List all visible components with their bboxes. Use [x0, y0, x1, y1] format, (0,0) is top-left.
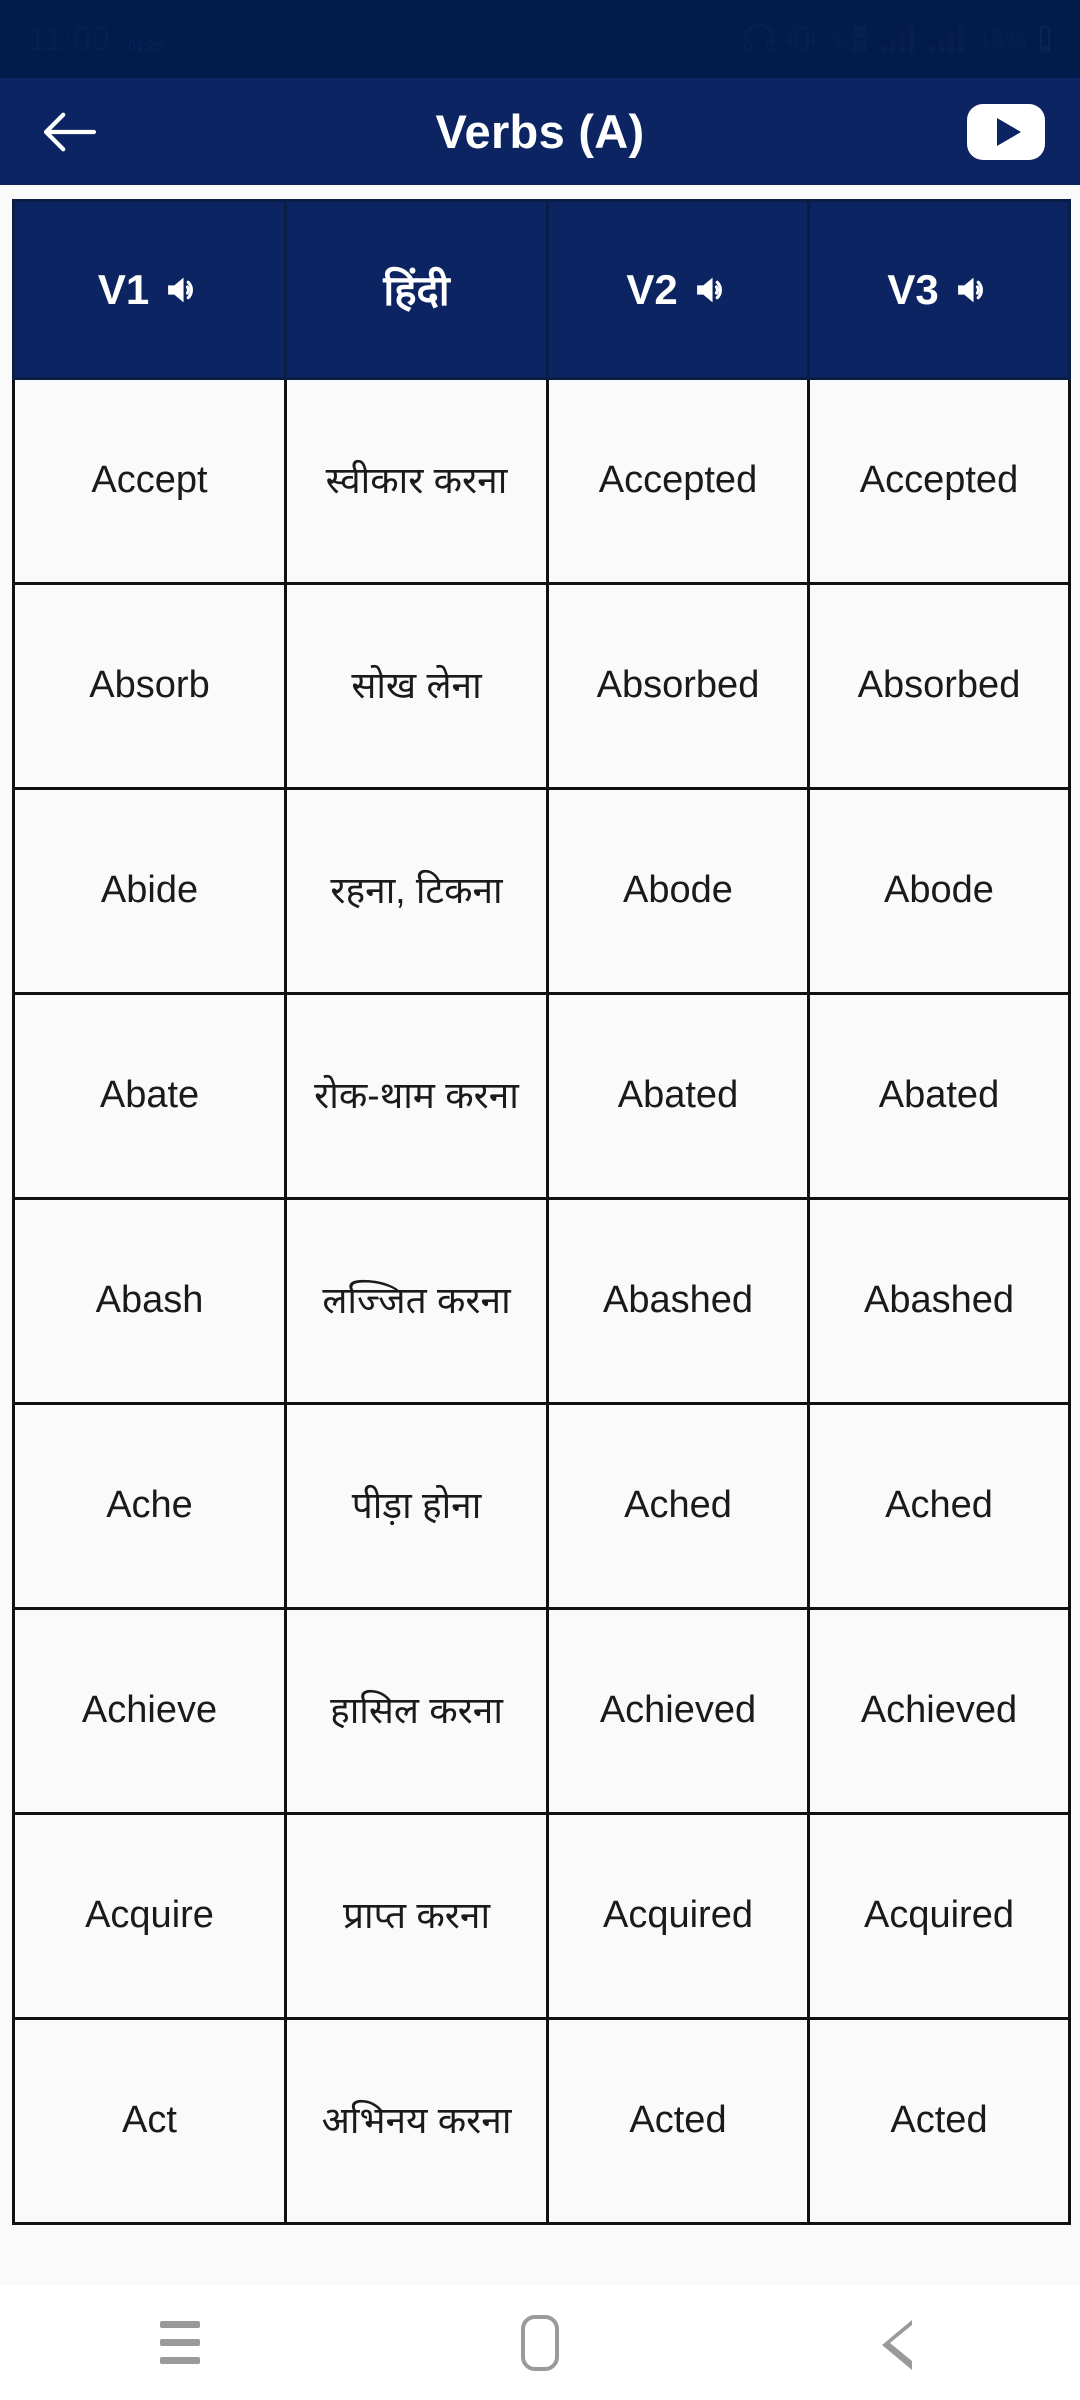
status-bar-right: Vo LTE 15%	[742, 24, 1052, 54]
speaker-icon-v1[interactable]	[163, 273, 201, 307]
nav-back-button[interactable]	[840, 2285, 960, 2400]
cell-v3: Abode	[807, 787, 1071, 995]
svg-text:LTE: LTE	[828, 40, 850, 54]
cell-v2: Achieved	[546, 1607, 810, 1815]
cell-hindi: प्राप्त करना	[284, 1812, 549, 2020]
battery-percent-label: 15%	[976, 24, 1027, 53]
cell-v2: Acted	[546, 2017, 810, 2225]
column-header-v3[interactable]: V3	[807, 199, 1071, 380]
play-triangle-icon	[996, 117, 1021, 146]
cell-v1: Abash	[12, 1197, 287, 1405]
verbs-table-scroll-area[interactable]: V1 हिंदी V2 V3 Accept स्वीकार करना Accep…	[0, 185, 1080, 2285]
table-row[interactable]: Accept स्वीकार करना Accepted Accepted	[12, 377, 1071, 585]
verbs-table: V1 हिंदी V2 V3 Accept स्वीकार करना Accep…	[12, 199, 1071, 2225]
cell-hindi: लज्जित करना	[284, 1197, 549, 1405]
cell-v1: Ache	[12, 1402, 287, 1610]
cell-v1: Abide	[12, 787, 287, 995]
recents-icon	[160, 2321, 200, 2364]
cell-v2: Accepted	[546, 377, 810, 585]
phone-screen: 11:00 01:26 Vo LTE 15% Verbs (A) V1 हिंद…	[0, 0, 1080, 2400]
youtube-icon	[967, 103, 1045, 160]
column-header-v2-label: V2	[626, 265, 678, 313]
svg-text:Vo: Vo	[828, 26, 844, 41]
table-row[interactable]: Ache पीड़ा होना Ached Ached	[12, 1402, 1071, 1610]
volte-icon: Vo LTE	[828, 24, 868, 54]
back-triangle-icon	[882, 2319, 918, 2370]
cell-v1: Accept	[12, 377, 287, 585]
status-bar-left: 11:00 01:26	[28, 20, 164, 58]
youtube-button[interactable]	[964, 102, 1048, 162]
table-body: Accept स्वीकार करना Accepted Accepted Ab…	[12, 377, 1071, 2225]
table-row[interactable]: Absorb सोख लेना Absorbed Absorbed	[12, 582, 1071, 790]
cell-v2: Abashed	[546, 1197, 810, 1405]
column-header-hindi-label: हिंदी	[383, 267, 450, 314]
nav-recents-button[interactable]	[120, 2285, 240, 2400]
table-row[interactable]: Act अभिनय करना Acted Acted	[12, 2017, 1071, 2225]
cell-v1: Acquire	[12, 1812, 287, 2020]
cell-v3: Acquired	[807, 1812, 1071, 2020]
cell-v1: Abate	[12, 992, 287, 1200]
cell-hindi: अभिनय करना	[284, 2017, 549, 2225]
table-header-row: V1 हिंदी V2 V3	[12, 199, 1071, 380]
battery-icon	[1038, 24, 1052, 54]
cell-v3: Abated	[807, 992, 1071, 1200]
table-row[interactable]: Abide रहना, टिकना Abode Abode	[12, 787, 1071, 995]
vibrate-icon	[787, 24, 817, 54]
cell-v2: Acquired	[546, 1812, 810, 2020]
table-row[interactable]: Abash लज्जित करना Abashed Abashed	[12, 1197, 1071, 1405]
page-title: Verbs (A)	[435, 105, 645, 158]
column-header-v3-label: V3	[887, 265, 939, 313]
signal-sim2-icon	[928, 24, 966, 54]
back-button[interactable]	[32, 95, 106, 169]
cell-v3: Absorbed	[807, 582, 1071, 790]
speaker-icon-v2[interactable]	[692, 273, 730, 307]
cell-v3: Achieved	[807, 1607, 1071, 1815]
column-header-v1[interactable]: V1	[12, 199, 287, 380]
cell-hindi: हासिल करना	[284, 1607, 549, 1815]
app-bar: Verbs (A)	[0, 78, 1080, 185]
cell-hindi: सोख लेना	[284, 582, 549, 790]
android-nav-bar	[0, 2285, 1080, 2400]
cell-v3: Abashed	[807, 1197, 1071, 1405]
cell-v1: Absorb	[12, 582, 287, 790]
cell-v2: Absorbed	[546, 582, 810, 790]
status-clock: 11:00	[28, 20, 111, 57]
status-bar: 11:00 01:26 Vo LTE 15%	[0, 0, 1080, 78]
speaker-icon-v3[interactable]	[953, 273, 991, 307]
cell-hindi: पीड़ा होना	[284, 1402, 549, 1610]
cell-v2: Abode	[546, 787, 810, 995]
cell-v1: Act	[12, 2017, 287, 2225]
cell-v2: Ached	[546, 1402, 810, 1610]
column-header-hindi[interactable]: हिंदी	[284, 199, 549, 380]
home-icon	[521, 2314, 559, 2371]
cell-v3: Acted	[807, 2017, 1071, 2225]
cell-v3: Accepted	[807, 377, 1071, 585]
column-header-v1-label: V1	[97, 265, 150, 313]
cell-v3: Ached	[807, 1402, 1071, 1610]
table-header: V1 हिंदी V2 V3	[12, 199, 1071, 380]
table-row[interactable]: Abate रोक-थाम करना Abated Abated	[12, 992, 1071, 1200]
cell-hindi: स्वीकार करना	[284, 377, 549, 585]
cell-hindi: रोक-थाम करना	[284, 992, 549, 1200]
table-row[interactable]: Acquire प्राप्त करना Acquired Acquired	[12, 1812, 1071, 2020]
status-secondary-label: 01:26	[128, 38, 164, 53]
cell-v2: Abated	[546, 992, 810, 1200]
cell-hindi: रहना, टिकना	[284, 787, 549, 995]
cell-v1: Achieve	[12, 1607, 287, 1815]
headset-icon	[742, 24, 776, 54]
table-row[interactable]: Achieve हासिल करना Achieved Achieved	[12, 1607, 1071, 1815]
nav-home-button[interactable]	[480, 2285, 600, 2400]
column-header-v2[interactable]: V2	[546, 199, 810, 380]
signal-sim1-icon	[879, 24, 917, 54]
